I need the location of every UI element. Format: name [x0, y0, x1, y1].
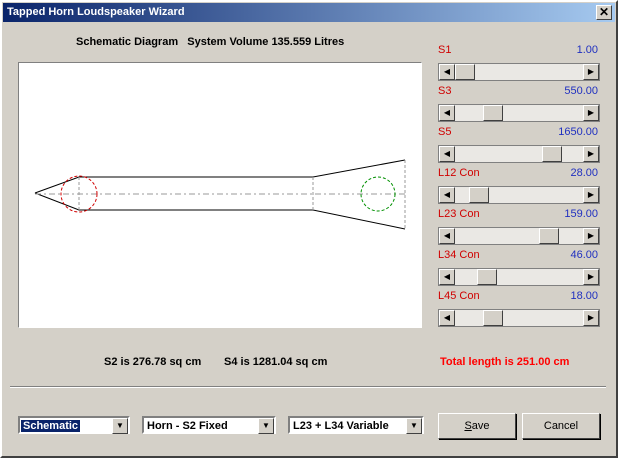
cancel-button[interactable]: Cancel — [522, 413, 600, 439]
scroll-right-icon[interactable]: ▶ — [583, 105, 599, 121]
scrollbar-thumb[interactable] — [542, 146, 562, 162]
param-name: S5 — [438, 126, 452, 138]
param-value: 18.00 — [570, 290, 598, 302]
save-label: ave — [471, 420, 490, 432]
param-value: 28.00 — [570, 167, 598, 179]
param-scrollbar[interactable]: ◀ ▶ — [438, 63, 600, 81]
param-scrollbar[interactable]: ◀ ▶ — [438, 268, 600, 286]
s2-info: S2 is 276.78 sq cm — [104, 356, 202, 368]
param-value: 1650.00 — [558, 126, 598, 138]
chevron-down-icon[interactable]: ▼ — [112, 418, 128, 434]
scroll-left-icon[interactable]: ◀ — [439, 146, 455, 162]
variable-select-value: L23 + L34 Variable — [293, 420, 389, 432]
scroll-right-icon[interactable]: ▶ — [583, 269, 599, 285]
param-scrollbar[interactable]: ◀ ▶ — [438, 227, 600, 245]
scroll-left-icon[interactable]: ◀ — [439, 228, 455, 244]
param-name: S1 — [438, 44, 452, 56]
scrollbar-thumb[interactable] — [477, 269, 497, 285]
param-value: 159.00 — [564, 208, 598, 220]
scroll-left-icon[interactable]: ◀ — [439, 187, 455, 203]
scroll-right-icon[interactable]: ▶ — [583, 228, 599, 244]
scroll-left-icon[interactable]: ◀ — [439, 64, 455, 80]
save-button[interactable]: Save — [438, 413, 516, 439]
horn-outline-bottom — [34, 192, 406, 230]
window-title: Tapped Horn Loudspeaker Wizard — [7, 6, 185, 18]
diagram-header: Schematic Diagram System Volume 135.559 … — [76, 36, 344, 48]
s4-info: S4 is 1281.04 sq cm — [224, 356, 328, 368]
param-value: 550.00 — [564, 85, 598, 97]
horn-select[interactable]: Horn - S2 Fixed ▼ — [142, 416, 276, 434]
chevron-down-icon[interactable]: ▼ — [406, 418, 422, 434]
param-scrollbar[interactable]: ◀ ▶ — [438, 145, 600, 163]
param-name: L34 Con — [438, 249, 480, 261]
param-name: S3 — [438, 85, 452, 97]
horn-select-value: Horn - S2 Fixed — [147, 420, 228, 432]
scrollbar-thumb[interactable] — [469, 187, 489, 203]
scrollbar-thumb[interactable] — [483, 310, 503, 326]
total-length: Total length is 251.00 cm — [440, 356, 570, 368]
scroll-right-icon[interactable]: ▶ — [583, 310, 599, 326]
scroll-right-icon[interactable]: ▶ — [583, 64, 599, 80]
param-scrollbar[interactable]: ◀ ▶ — [438, 186, 600, 204]
param-value: 46.00 — [570, 249, 598, 261]
view-select[interactable]: Schematic ▼ — [18, 416, 130, 434]
system-volume: System Volume 135.559 Litres — [187, 36, 345, 48]
param-scrollbar[interactable]: ◀ ▶ — [438, 309, 600, 327]
variable-select[interactable]: L23 + L34 Variable ▼ — [288, 416, 424, 434]
scroll-left-icon[interactable]: ◀ — [439, 310, 455, 326]
horn-outline-top — [34, 159, 406, 194]
scroll-right-icon[interactable]: ▶ — [583, 187, 599, 203]
param-scrollbar[interactable]: ◀ ▶ — [438, 104, 600, 122]
param-value: 1.00 — [576, 44, 598, 56]
horn-schematic — [34, 159, 406, 230]
scroll-left-icon[interactable]: ◀ — [439, 269, 455, 285]
save-accelerator: S — [464, 420, 472, 432]
param-name: L45 Con — [438, 290, 480, 302]
scroll-right-icon[interactable]: ▶ — [583, 146, 599, 162]
scrollbar-thumb[interactable] — [455, 64, 475, 80]
param-name: L12 Con — [438, 167, 480, 179]
close-button[interactable]: ✕ — [596, 5, 612, 20]
diagram-label: Schematic Diagram — [76, 36, 179, 48]
scroll-left-icon[interactable]: ◀ — [439, 105, 455, 121]
separator — [10, 386, 606, 388]
chevron-down-icon[interactable]: ▼ — [258, 418, 274, 434]
view-select-value: Schematic — [21, 420, 81, 432]
title-bar: Tapped Horn Loudspeaker Wizard ✕ — [3, 3, 615, 22]
param-name: L23 Con — [438, 208, 480, 220]
scrollbar-thumb[interactable] — [539, 228, 559, 244]
scrollbar-thumb[interactable] — [483, 105, 503, 121]
schematic-canvas — [18, 62, 422, 328]
